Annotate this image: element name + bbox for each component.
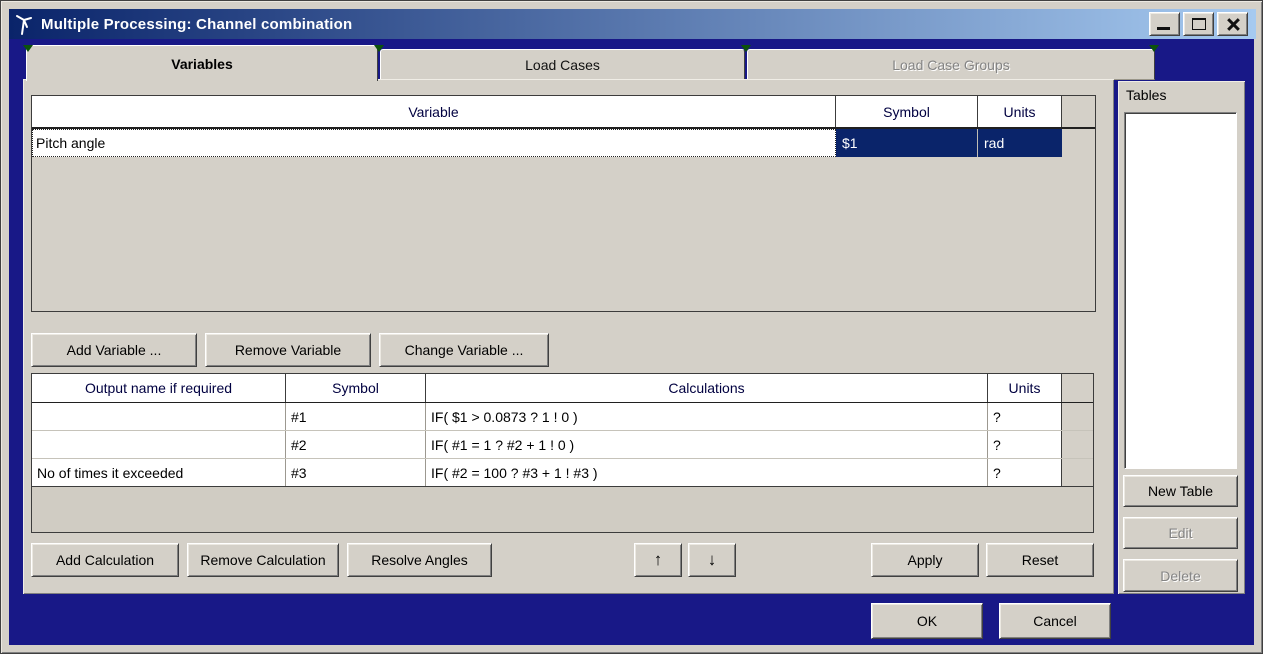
header-filler — [1062, 96, 1095, 127]
reset-button[interactable]: Reset — [986, 543, 1094, 577]
calculation-row: #2 IF( #1 = 1 ? #2 + 1 ! 0 ) ? — [32, 431, 1093, 459]
apply-button[interactable]: Apply — [871, 543, 979, 577]
resolve-angles-button[interactable]: Resolve Angles — [347, 543, 492, 577]
main-panel: Variable Symbol Units Pitch angle $1 rad… — [23, 79, 1114, 594]
variables-table: Variable Symbol Units Pitch angle $1 rad — [31, 95, 1096, 312]
cell-variable-symbol[interactable]: $1 — [836, 129, 978, 157]
ok-button[interactable]: OK — [871, 603, 983, 639]
tables-panel: Tables New Table Edit Delete — [1118, 81, 1245, 594]
wind-turbine-icon[interactable] — [14, 12, 34, 36]
cell-units[interactable]: ? — [988, 403, 1062, 430]
variable-row: Pitch angle $1 rad — [32, 129, 1095, 157]
close-icon — [1226, 18, 1239, 31]
cell-variable-units[interactable]: rad — [978, 129, 1062, 157]
remove-calculation-button[interactable]: Remove Calculation — [187, 543, 339, 577]
move-down-button[interactable]: ↓ — [688, 543, 736, 577]
cell-variable-name[interactable]: Pitch angle — [32, 129, 836, 157]
calculation-row: No of times it exceeded #3 IF( #2 = 100 … — [32, 459, 1093, 487]
cell-units[interactable]: ? — [988, 431, 1062, 458]
new-table-button[interactable]: New Table — [1123, 475, 1238, 507]
units-column-header: Units — [978, 96, 1062, 127]
output-name-column-header: Output name if required — [32, 374, 286, 402]
tab-corner-marker-icon — [23, 45, 33, 52]
cell-symbol[interactable]: #3 — [286, 459, 426, 486]
minimize-button[interactable] — [1149, 12, 1180, 36]
up-arrow-icon: ↑ — [654, 550, 663, 570]
calculations-table: Output name if required Symbol Calculati… — [31, 373, 1094, 533]
row-filler — [1062, 431, 1093, 458]
symbol-column-header: Symbol — [836, 96, 978, 127]
change-variable-button[interactable]: Change Variable ... — [379, 333, 549, 367]
tab-corner-marker-icon — [1149, 45, 1159, 52]
calculations-column-header: Calculations — [426, 374, 988, 402]
tab-corner-marker-icon — [374, 45, 384, 52]
titlebar[interactable]: Multiple Processing: Channel combination — [9, 9, 1256, 39]
tables-listbox[interactable] — [1124, 112, 1237, 469]
units-column-header: Units — [988, 374, 1062, 402]
down-arrow-icon: ↓ — [708, 550, 717, 570]
dialog-window: Multiple Processing: Channel combination… — [0, 0, 1263, 654]
variables-table-header: Variable Symbol Units — [32, 96, 1095, 129]
cell-output-name[interactable] — [32, 431, 286, 458]
cell-symbol[interactable]: #1 — [286, 403, 426, 430]
tab-load-cases[interactable]: Load Cases — [380, 49, 745, 80]
tab-variables[interactable]: Variables — [26, 45, 378, 81]
move-up-button[interactable]: ↑ — [634, 543, 682, 577]
variables-table-body — [32, 157, 1095, 309]
add-variable-button[interactable]: Add Variable ... — [31, 333, 197, 367]
row-filler — [1062, 403, 1093, 430]
tab-corner-marker-icon — [741, 45, 751, 52]
maximize-icon — [1192, 18, 1206, 30]
maximize-button[interactable] — [1183, 12, 1214, 36]
cell-symbol[interactable]: #2 — [286, 431, 426, 458]
row-filler — [1062, 459, 1093, 486]
remove-variable-button[interactable]: Remove Variable — [205, 333, 371, 367]
cell-calculation[interactable]: IF( #1 = 1 ? #2 + 1 ! 0 ) — [426, 431, 988, 458]
cell-units[interactable]: ? — [988, 459, 1062, 486]
cell-output-name[interactable] — [32, 403, 286, 430]
edit-button: Edit — [1123, 517, 1238, 549]
symbol-column-header: Symbol — [286, 374, 426, 402]
minimize-icon — [1157, 27, 1170, 30]
header-filler — [1062, 374, 1093, 402]
variable-column-header: Variable — [32, 96, 836, 127]
close-button[interactable] — [1217, 12, 1248, 36]
cancel-button[interactable]: Cancel — [999, 603, 1111, 639]
cell-calculation[interactable]: IF( #2 = 100 ? #3 + 1 ! #3 ) — [426, 459, 988, 486]
window-title: Multiple Processing: Channel combination — [41, 16, 352, 33]
cell-output-name[interactable]: No of times it exceeded — [32, 459, 286, 486]
row-filler — [1062, 129, 1095, 157]
calculations-table-header: Output name if required Symbol Calculati… — [32, 374, 1093, 403]
add-calculation-button[interactable]: Add Calculation — [31, 543, 179, 577]
tab-load-case-groups: Load Case Groups — [747, 49, 1155, 80]
delete-button: Delete — [1123, 559, 1238, 592]
cell-calculation[interactable]: IF( $1 > 0.0873 ? 1 ! 0 ) — [426, 403, 988, 430]
tables-panel-label: Tables — [1126, 87, 1166, 103]
calculation-row: #1 IF( $1 > 0.0873 ? 1 ! 0 ) ? — [32, 403, 1093, 431]
